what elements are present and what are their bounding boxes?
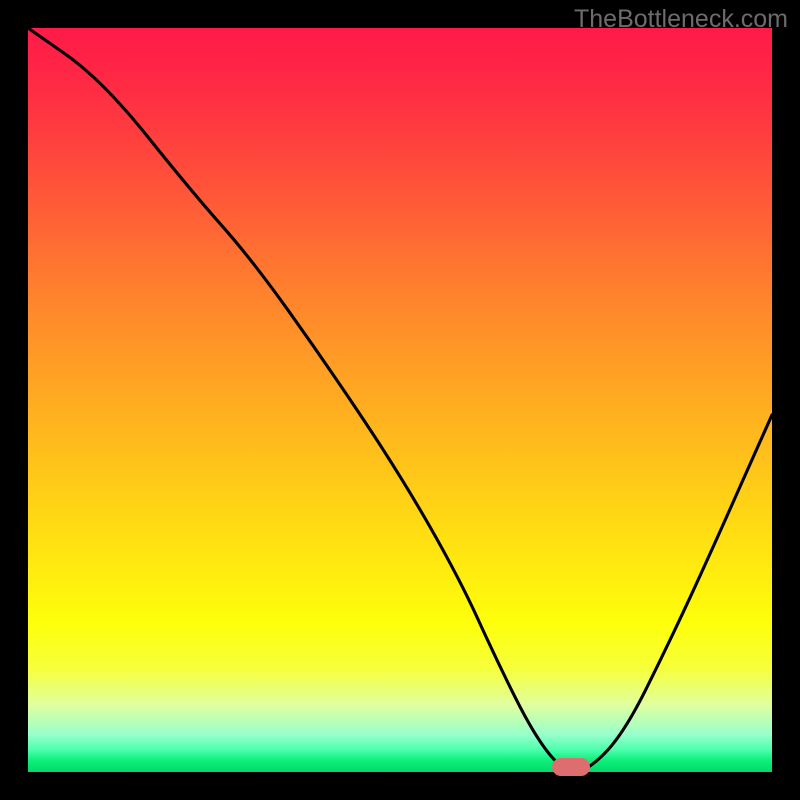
curve-svg <box>28 28 772 772</box>
chart-container: TheBottleneck.com <box>0 0 800 800</box>
bottleneck-curve <box>28 28 772 772</box>
watermark-text: TheBottleneck.com <box>574 5 788 34</box>
optimal-marker <box>552 758 590 776</box>
plot-area <box>28 28 772 772</box>
